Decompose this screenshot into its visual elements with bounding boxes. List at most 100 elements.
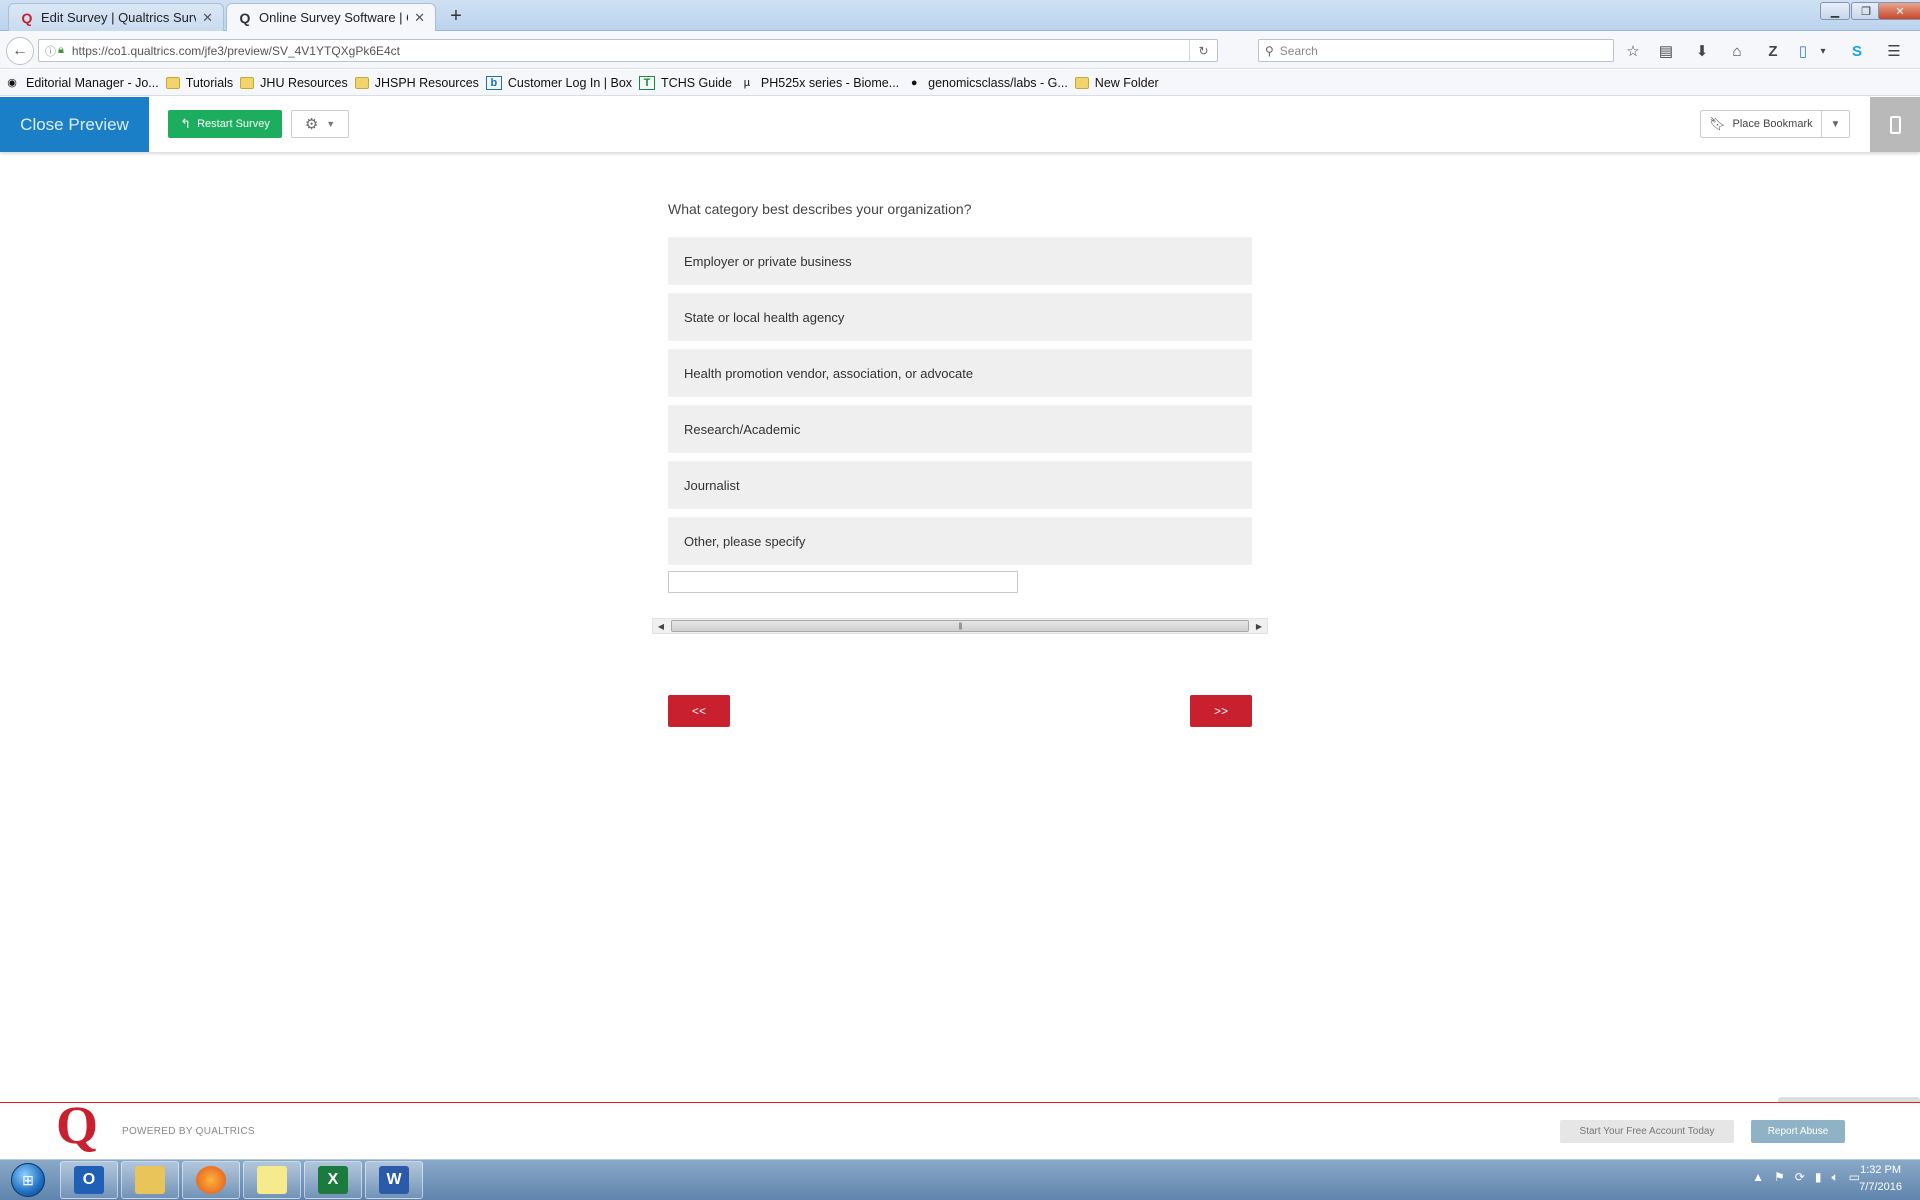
free-account-button[interactable]: Start Your Free Account Today xyxy=(1560,1120,1734,1143)
back-button[interactable]: << xyxy=(668,695,730,727)
tchs-icon: T xyxy=(639,75,656,90)
url-text: https://co1.qualtrics.com/jfe3/preview/S… xyxy=(71,43,401,58)
volume-icon[interactable]: 🔈︎ xyxy=(1831,1170,1838,1185)
phone-icon xyxy=(1889,115,1901,134)
windows-icon: ⊞ xyxy=(11,1163,45,1197)
bookmarks-toolbar: ◉ Editorial Manager - Jo... Tutorials JHU… xyxy=(0,70,1920,96)
tab-edit-survey[interactable]: Q Edit Survey | Qualtrics Surv... ✕ xyxy=(8,3,224,31)
bookmark-tutorials[interactable]: Tutorials xyxy=(165,76,233,90)
chevron-down-icon[interactable]: ▾ xyxy=(1812,40,1834,62)
github-icon: ● xyxy=(910,76,918,89)
bookmark-genomicsclass[interactable]: ● genomicsclass/labs - G... xyxy=(906,76,1068,90)
bookmark-new-folder[interactable]: New Folder xyxy=(1074,75,1159,90)
start-button[interactable]: ⊞ xyxy=(4,1161,52,1199)
choice-option[interactable]: Research/Academic xyxy=(668,405,1252,453)
bookmark-editorial-manager[interactable]: ◉ Editorial Manager - Jo... xyxy=(4,76,159,90)
choice-option[interactable]: Health promotion vendor, association, or… xyxy=(668,349,1252,397)
sticky-notes-icon xyxy=(257,1166,287,1194)
bookmark-tchs-guide[interactable]: T TCHS Guide xyxy=(639,75,732,90)
choice-option-other[interactable]: Other, please specify xyxy=(668,517,1252,565)
tab-title: Online Survey Software | Q... xyxy=(259,10,408,25)
reading-list-icon[interactable]: ▤ xyxy=(1655,40,1677,62)
report-abuse-button[interactable]: Report Abuse xyxy=(1751,1120,1845,1143)
show-hidden-icons-icon[interactable]: ▲ xyxy=(1752,1170,1764,1185)
close-preview-button[interactable]: Close Preview xyxy=(0,97,149,152)
zotero-icon[interactable]: Z xyxy=(1762,40,1784,62)
address-bar[interactable]: ⓘ 🔒︎ https://co1.qualtrics.com/jfe3/prev… xyxy=(38,39,1218,62)
minimize-button[interactable]: ▁ xyxy=(1820,2,1850,20)
taskbar: ⊞ O X W ▲ ⚑ ⟳ ▮ 🔈︎ ▭ 1:32 PM 7/7/2016 xyxy=(0,1159,1920,1200)
choice-option[interactable]: Journalist xyxy=(668,461,1252,509)
taskbar-outlook[interactable]: O xyxy=(60,1161,118,1199)
scroll-right-icon[interactable]: ▶ xyxy=(1251,619,1267,633)
scroll-left-icon[interactable]: ◀ xyxy=(653,619,669,633)
bookmark-label: genomicsclass/labs - G... xyxy=(928,75,1068,90)
bookmark-label: Editorial Manager - Jo... xyxy=(26,75,159,90)
mobile-preview-button[interactable] xyxy=(1870,97,1920,152)
document-icon[interactable]: ▯ xyxy=(1792,40,1814,62)
taskbar-firefox[interactable] xyxy=(182,1161,240,1199)
close-tab-icon[interactable]: ✕ xyxy=(202,10,213,26)
search-input[interactable]: ⚲ Search xyxy=(1258,39,1614,62)
chevron-down-icon: ▼ xyxy=(326,119,336,129)
word-icon: W xyxy=(379,1166,409,1194)
search-placeholder: Search xyxy=(1279,43,1318,58)
folder-icon xyxy=(135,1166,165,1194)
restart-survey-button[interactable]: ↰ Restart Survey xyxy=(168,110,282,138)
downloads-icon[interactable]: ⬇ xyxy=(1691,40,1713,62)
place-bookmark-button[interactable]: 🔖︎ Place Bookmark ▼ xyxy=(1700,110,1850,138)
menu-icon[interactable]: ☰ xyxy=(1883,40,1905,62)
lock-icon[interactable]: 🔒︎ xyxy=(58,44,64,57)
undo-icon: ↰ xyxy=(180,116,192,131)
bookmark-box-login[interactable]: b Customer Log In | Box xyxy=(485,75,632,90)
network-icon[interactable]: ▮ xyxy=(1815,1170,1822,1185)
clock-time: 1:32 PM xyxy=(1860,1164,1902,1176)
bookmark-icon: 🔖︎ xyxy=(1709,116,1726,131)
qualtrics-icon: Q xyxy=(239,9,251,26)
bookmark-label: TCHS Guide xyxy=(661,75,732,90)
taskbar-excel[interactable]: X xyxy=(304,1161,362,1199)
bookmark-label: JHSPH Resources xyxy=(374,75,479,90)
home-icon[interactable]: ⌂ xyxy=(1726,40,1748,62)
footer-divider xyxy=(0,1102,1920,1103)
horizontal-scrollbar[interactable]: ◀ ||| ▶ xyxy=(652,618,1268,634)
tab-online-survey[interactable]: Q Online Survey Software | Q... ✕ xyxy=(226,3,436,31)
bookmark-star-icon[interactable]: ☆ xyxy=(1622,40,1644,62)
back-arrow-icon: ← xyxy=(12,42,28,59)
close-window-button[interactable]: ✕ xyxy=(1878,2,1920,20)
sync-icon[interactable]: ⟳ xyxy=(1795,1170,1805,1185)
folder-icon xyxy=(240,76,255,89)
bookmark-jhu-resources[interactable]: JHU Resources xyxy=(240,76,348,90)
folder-icon xyxy=(1074,76,1089,89)
scrollbar-thumb[interactable]: ||| xyxy=(671,620,1249,632)
bookmark-label: New Folder xyxy=(1094,75,1159,90)
preview-toolbar: Close Preview ↰ Restart Survey ⚙ ▼ 🔖︎ Pl… xyxy=(0,97,1920,152)
choice-option[interactable]: State or local health agency xyxy=(668,293,1252,341)
choice-option[interactable]: Employer or private business xyxy=(668,237,1252,285)
skype-icon[interactable]: S xyxy=(1846,40,1868,62)
flag-icon[interactable]: ⚑ xyxy=(1774,1170,1785,1185)
back-button[interactable]: ← xyxy=(6,37,34,65)
bookmark-jhsph-resources[interactable]: JHSPH Resources xyxy=(354,75,479,90)
info-icon[interactable]: ⓘ xyxy=(45,43,56,59)
folder-icon xyxy=(354,76,369,89)
taskbar-explorer[interactable] xyxy=(121,1161,179,1199)
navigation-toolbar: ← ⓘ 🔒︎ https://co1.qualtrics.com/jfe3/pr… xyxy=(0,31,1920,69)
close-tab-icon[interactable]: ✕ xyxy=(414,10,425,26)
settings-dropdown[interactable]: ⚙ ▼ xyxy=(291,110,349,138)
other-specify-input[interactable] xyxy=(668,571,1018,593)
clock-date: 7/7/2016 xyxy=(1859,1181,1902,1193)
taskbar-word[interactable]: W xyxy=(365,1161,423,1199)
maximize-button[interactable]: ❐ xyxy=(1851,2,1881,20)
reload-icon[interactable]: ↻ xyxy=(1189,40,1217,61)
bookmark-ph525x[interactable]: µ PH525x series - Biome... xyxy=(739,76,899,90)
firefox-icon xyxy=(196,1166,226,1194)
globe-icon: ◉ xyxy=(7,77,17,89)
tab-title: Edit Survey | Qualtrics Surv... xyxy=(41,10,197,25)
chevron-down-icon[interactable]: ▼ xyxy=(1821,111,1849,137)
clock[interactable]: 1:32 PM 7/7/2016 xyxy=(1859,1162,1902,1196)
outlook-icon: O xyxy=(74,1166,104,1194)
taskbar-sticky-notes[interactable] xyxy=(243,1161,301,1199)
new-tab-button[interactable]: + xyxy=(444,5,468,28)
next-button[interactable]: >> xyxy=(1190,695,1252,727)
